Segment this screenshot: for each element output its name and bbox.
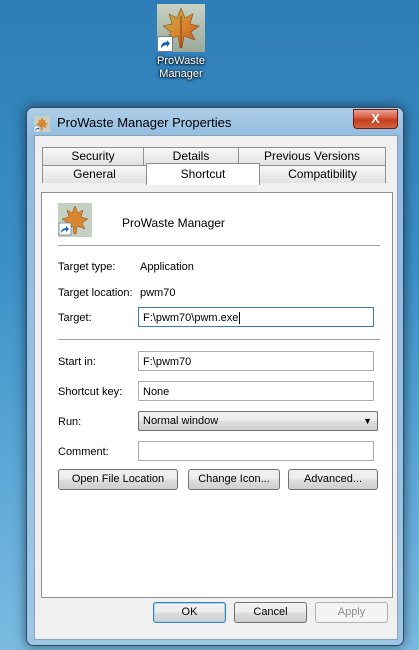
divider — [58, 339, 380, 341]
desktop-shortcut[interactable]: ProWaste Manager — [150, 4, 212, 81]
target-location-value: pwm70 — [140, 287, 176, 299]
chevron-down-icon: ▼ — [363, 416, 372, 426]
cancel-button[interactable]: Cancel — [234, 602, 307, 623]
target-field-value: F:\pwm70\pwm.exe — [143, 312, 239, 324]
tab-shortcut[interactable]: Shortcut — [146, 163, 260, 185]
divider — [58, 245, 380, 247]
shortcut-name: ProWaste Manager — [122, 216, 225, 230]
close-button[interactable]: X — [353, 109, 398, 129]
target-location-label: Target location: — [58, 287, 133, 299]
maple-leaf-icon — [33, 116, 50, 133]
tab-previous-versions[interactable]: Previous Versions — [238, 147, 386, 165]
shortcut-tab-page: ProWaste Manager Target type: Applicatio… — [41, 192, 393, 598]
start-in-field[interactable]: F:\pwm70 — [138, 351, 374, 371]
change-icon-button[interactable]: Change Icon... — [188, 469, 280, 490]
text-caret — [239, 312, 241, 325]
run-select[interactable]: Normal window ▼ — [138, 411, 378, 431]
target-label: Target: — [58, 312, 92, 324]
shortcut-key-field[interactable]: None — [138, 381, 374, 401]
desktop-shortcut-label: ProWaste Manager — [157, 55, 205, 80]
run-label: Run: — [58, 416, 82, 428]
advanced-button[interactable]: Advanced... — [288, 469, 378, 490]
comment-label: Comment: — [58, 446, 109, 458]
properties-window: ProWaste Manager Properties X Security D… — [26, 107, 404, 646]
ok-button[interactable]: OK — [153, 602, 226, 623]
shortcut-key-label: Shortcut key: — [58, 386, 123, 398]
tab-security[interactable]: Security — [42, 147, 144, 165]
title-bar[interactable]: ProWaste Manager Properties X — [27, 108, 403, 136]
shortcut-arrow-icon — [157, 36, 173, 52]
comment-field[interactable] — [138, 441, 374, 461]
window-title: ProWaste Manager Properties — [57, 115, 232, 130]
dialog-client-area: Security Details Previous Versions Gener… — [34, 135, 398, 640]
start-in-label: Start in: — [58, 356, 96, 368]
open-file-location-button[interactable]: Open File Location — [58, 469, 178, 490]
maple-leaf-icon — [58, 203, 92, 237]
target-field[interactable]: F:\pwm70\pwm.exe — [138, 307, 374, 327]
tab-compatibility[interactable]: Compatibility — [259, 165, 386, 183]
run-select-value: Normal window — [143, 415, 219, 427]
target-type-value: Application — [140, 261, 194, 273]
apply-button[interactable]: Apply — [315, 602, 388, 623]
target-type-label: Target type: — [58, 261, 116, 273]
tab-general[interactable]: General — [42, 165, 147, 183]
maple-leaf-icon — [157, 4, 205, 52]
